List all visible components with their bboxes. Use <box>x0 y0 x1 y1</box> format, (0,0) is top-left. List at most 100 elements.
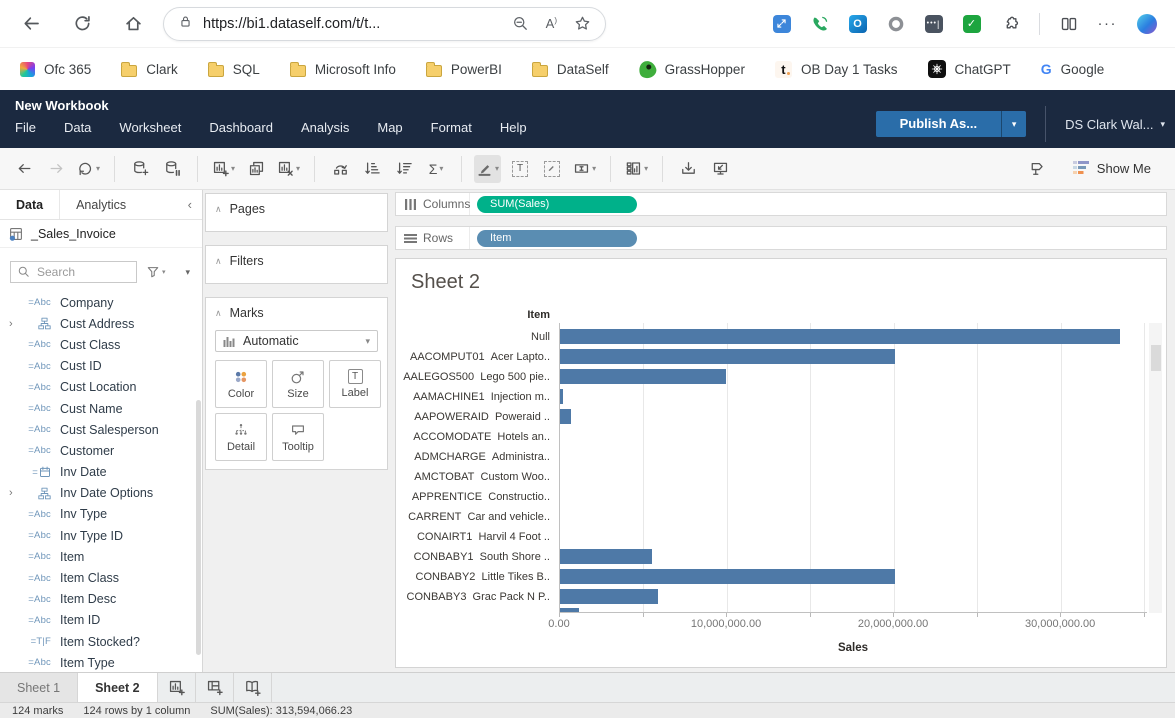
row-label[interactable]: AAPOWERAID Poweraid .. <box>396 407 554 427</box>
field-company[interactable]: =AbcCompany <box>0 292 202 313</box>
show-me-button[interactable]: Show Me <box>1073 161 1151 176</box>
field-cust-address[interactable]: ›Cust Address <box>0 313 202 334</box>
totals-button[interactable]: Σ▾ <box>423 155 449 183</box>
bookmark-clark[interactable]: Clark <box>121 62 178 77</box>
new-story-button[interactable] <box>234 673 272 702</box>
screen-share-icon[interactable] <box>773 15 791 33</box>
publish-caret-button[interactable]: ▾ <box>1001 111 1026 137</box>
copilot-icon[interactable] <box>1137 14 1157 34</box>
field-item-id[interactable]: =AbcItem ID <box>0 610 202 631</box>
bookmark-sql[interactable]: SQL <box>208 62 260 77</box>
menu-data[interactable]: Data <box>64 120 91 135</box>
refresh-icon[interactable] <box>73 14 92 33</box>
row-label[interactable]: AACOMPUT01 Acer Lapto.. <box>396 347 554 367</box>
row-label[interactable]: AAMACHINE1 Injection m.. <box>396 387 554 407</box>
menu-map[interactable]: Map <box>377 120 402 135</box>
collapse-chevron-icon[interactable]: ∧ <box>215 256 222 267</box>
green-check-icon[interactable]: ✓ <box>963 15 981 33</box>
read-aloud-icon[interactable]: A) <box>546 16 557 31</box>
bar-aacomput01[interactable] <box>560 349 895 364</box>
menu-file[interactable]: File <box>15 120 36 135</box>
bar-partial-next-row[interactable] <box>560 608 579 612</box>
show-hide-cards-button[interactable]: ▾ <box>623 155 650 183</box>
share-button[interactable] <box>1024 155 1050 183</box>
publish-as-button[interactable]: Publish As... <box>876 111 1002 137</box>
row-label[interactable]: CONBABY3 Grac Pack N P.. <box>396 587 554 607</box>
color-button[interactable]: Color <box>215 360 267 408</box>
phone-icon[interactable] <box>811 15 829 33</box>
label-button[interactable]: TLabel <box>329 360 381 408</box>
expander-icon[interactable]: › <box>9 318 13 330</box>
replay-button[interactable]: ▾ <box>75 155 102 183</box>
field-inv-type-id[interactable]: =AbcInv Type ID <box>0 525 202 546</box>
tooltip-button[interactable]: Tooltip <box>272 413 324 461</box>
data-source-row[interactable]: _Sales_Invoice <box>0 220 202 248</box>
new-worksheet-button[interactable]: ▾ <box>210 155 237 183</box>
collapse-chevron-icon[interactable]: ∧ <box>215 204 222 215</box>
field-cust-location[interactable]: =AbcCust Location <box>0 377 202 398</box>
redo-button[interactable] <box>43 155 69 183</box>
collapse-pane-button[interactable]: ‹ <box>188 190 202 219</box>
detail-button[interactable]: Detail <box>215 413 267 461</box>
row-label[interactable]: APPRENTICE Constructio.. <box>396 487 554 507</box>
tab-data[interactable]: Data <box>0 190 59 219</box>
swap-axes-button[interactable] <box>327 155 353 183</box>
field-inv-date[interactable]: =Inv Date <box>0 462 202 483</box>
menu-format[interactable]: Format <box>431 120 472 135</box>
pause-updates-button[interactable] <box>159 155 185 183</box>
field-item-stocked[interactable]: =T|FItem Stocked? <box>0 631 202 652</box>
new-datasource-button[interactable] <box>127 155 153 183</box>
fix-axes-button[interactable] <box>539 155 565 183</box>
pill-item[interactable]: Item <box>477 230 637 247</box>
row-label[interactable]: AMCTOBAT Custom Woo.. <box>396 467 554 487</box>
sort-ascending-button[interactable] <box>359 155 385 183</box>
row-label[interactable]: CONBABY2 Little Tikes B.. <box>396 567 554 587</box>
bar-aapoweraid[interactable] <box>560 409 571 424</box>
bar-conbaby3[interactable] <box>560 589 658 604</box>
bar-null[interactable] <box>560 329 1120 344</box>
home-icon[interactable] <box>124 14 143 33</box>
show-mark-labels-button[interactable]: T <box>507 155 533 183</box>
rows-shelf[interactable]: Rows Item <box>395 226 1167 250</box>
presentation-mode-button[interactable] <box>707 155 733 183</box>
field-item[interactable]: =AbcItem <box>0 546 202 567</box>
clear-sheet-button[interactable]: ▾ <box>275 155 302 183</box>
mark-type-dropdown[interactable]: Automatic ▾ <box>215 330 378 352</box>
favorite-star-icon[interactable] <box>574 15 591 32</box>
bookmark-grasshopper[interactable]: GrassHopper <box>639 61 745 78</box>
bar-conbaby1[interactable] <box>560 549 652 564</box>
field-inv-type[interactable]: =AbcInv Type <box>0 504 202 525</box>
download-button[interactable] <box>675 155 701 183</box>
chart-scrollbar-thumb[interactable] <box>1151 345 1161 371</box>
pill-sum-sales[interactable]: SUM(Sales) <box>477 196 637 213</box>
fields-menu-button[interactable]: ▾ <box>185 267 192 278</box>
row-label[interactable]: AALEGOS500 Lego 500 pie.. <box>396 367 554 387</box>
field-item-desc[interactable]: =AbcItem Desc <box>0 589 202 610</box>
undo-button[interactable] <box>11 155 37 183</box>
split-screen-icon[interactable] <box>1060 15 1078 33</box>
bar-conbaby2[interactable] <box>560 569 895 584</box>
columns-shelf[interactable]: Columns SUM(Sales) <box>395 192 1167 216</box>
extensions-puzzle-icon[interactable] <box>1001 15 1019 33</box>
account-menu[interactable]: DS Clark Wal... ▾ <box>1065 117 1165 132</box>
new-worksheet-tab-button[interactable] <box>158 673 196 702</box>
field-cust-name[interactable]: =AbcCust Name <box>0 398 202 419</box>
row-label[interactable]: CONAIRT1 Harvil 4 Foot .. <box>396 527 554 547</box>
x-axis-title[interactable]: Sales <box>559 642 1147 654</box>
sheet-tab-sheet-2[interactable]: Sheet 2 <box>78 673 157 702</box>
search-input[interactable]: Search <box>10 261 137 283</box>
bookmark-google[interactable]: GGoogle <box>1041 61 1104 77</box>
menu-dashboard[interactable]: Dashboard <box>209 120 273 135</box>
bookmark-chatgpt[interactable]: ChatGPT <box>928 60 1011 78</box>
bookmark-ob-day-1-tasks[interactable]: tOB Day 1 Tasks <box>775 61 898 78</box>
outlook-icon[interactable]: O <box>849 15 867 33</box>
row-label[interactable]: ADMCHARGE Administra.. <box>396 447 554 467</box>
row-label[interactable]: ACCOMODATE Hotels an.. <box>396 427 554 447</box>
address-bar[interactable]: https://bi1.dataself.com/t/t... A) <box>163 7 606 41</box>
more-icon[interactable]: ··· <box>1098 15 1118 32</box>
fields-scrollbar[interactable] <box>196 400 201 655</box>
menu-help[interactable]: Help <box>500 120 527 135</box>
zoom-out-icon[interactable] <box>512 15 529 32</box>
field-customer[interactable]: =AbcCustomer <box>0 440 202 461</box>
expander-icon[interactable]: › <box>9 487 13 499</box>
